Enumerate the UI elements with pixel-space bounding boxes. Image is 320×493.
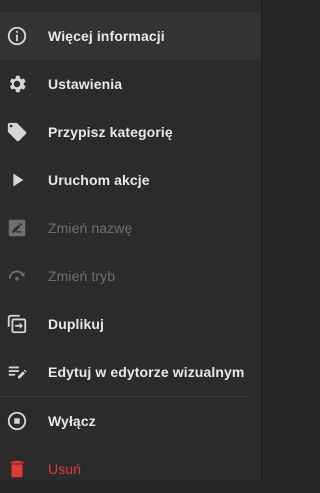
menu-item-run-actions[interactable]: Uruchom akcje: [0, 156, 261, 204]
menu-item-assign-category[interactable]: Przypisz kategorię: [0, 108, 261, 156]
menu-item-delete[interactable]: Usuń: [0, 445, 261, 493]
stop-icon: [6, 410, 28, 432]
menu-item-edit-visual-editor[interactable]: Edytuj w edytorze wizualnym: [0, 348, 261, 396]
menu-item-label: Usuń: [48, 461, 82, 477]
tag-icon: [6, 121, 28, 143]
menu-item-label: Przypisz kategorię: [48, 124, 173, 140]
menu-item-label: Zmień nazwę: [48, 220, 133, 236]
info-icon: [6, 25, 28, 47]
menu-item-change-mode[interactable]: Zmień tryb: [0, 252, 261, 300]
menu-item-label: Duplikuj: [48, 316, 105, 332]
menu-item-label: Uruchom akcje: [48, 172, 150, 188]
trash-icon: [6, 458, 28, 480]
play-icon: [6, 169, 28, 191]
rename-icon: [6, 217, 28, 239]
menu-item-disable[interactable]: Wyłącz: [0, 397, 261, 445]
menu-item-rename[interactable]: Zmień nazwę: [0, 204, 261, 252]
menu-item-label: Zmień tryb: [48, 268, 116, 284]
gear-icon: [6, 73, 28, 95]
mode-icon: [6, 265, 28, 287]
menu-item-duplicate[interactable]: Duplikuj: [0, 300, 261, 348]
menu-item-label: Edytuj w edytorze wizualnym: [48, 364, 245, 380]
context-menu: Więcej informacji Ustawienia Przypisz ka…: [0, 0, 262, 480]
edit-list-icon: [6, 361, 28, 383]
menu-item-settings[interactable]: Ustawienia: [0, 60, 261, 108]
menu-item-label: Wyłącz: [48, 413, 96, 429]
duplicate-icon: [6, 313, 28, 335]
menu-item-more-info[interactable]: Więcej informacji: [0, 12, 261, 60]
menu-item-label: Ustawienia: [48, 76, 123, 92]
menu-item-label: Więcej informacji: [48, 28, 165, 44]
